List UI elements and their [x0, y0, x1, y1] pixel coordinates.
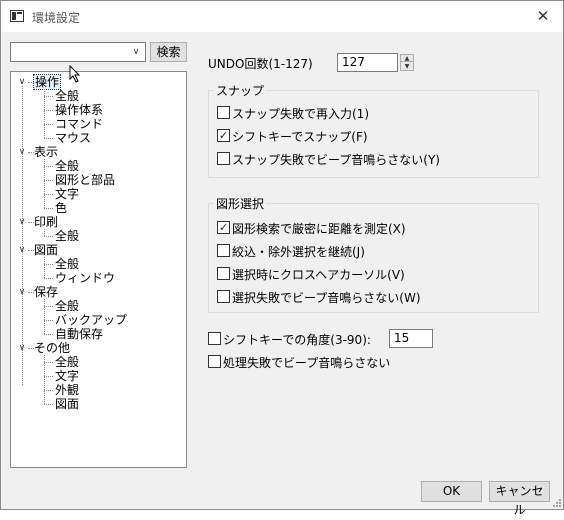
tree-group-label: 操作	[32, 74, 62, 90]
select-group-option-label: 絞込・除外選択を継続(J)	[232, 245, 365, 259]
snap-group-checkbox-2[interactable]	[217, 152, 230, 165]
tree-item[interactable]: コマンド	[55, 117, 103, 131]
select-group-checkbox-1[interactable]	[217, 244, 230, 257]
settings-dialog: 環境設定 ✕ ∨ 検索 ∨ 操作 全般 操作体系 コマンド マウス ∨ 表示 全般 図形と部品 文字…	[0, 0, 564, 517]
close-icon[interactable]: ✕	[529, 3, 557, 29]
undo-count-label: UNDO回数(1-127)	[208, 57, 313, 71]
tree-connector	[44, 236, 53, 237]
tree-expand-icon[interactable]: ∨	[17, 215, 27, 229]
select-group-title: 図形選択	[214, 195, 267, 212]
snap-group-title: スナップ	[214, 82, 267, 99]
spin-up-icon[interactable]: ▲	[401, 55, 413, 62]
tree-connector	[44, 299, 45, 334]
tree-connector	[44, 257, 45, 278]
select-group-checkbox-2[interactable]	[217, 267, 230, 280]
select-group-checkbox-0[interactable]: ✓	[217, 221, 230, 234]
spin-down-icon[interactable]: ▼	[401, 63, 413, 70]
tree-connector	[44, 138, 53, 139]
tree-item[interactable]: 図面	[55, 397, 79, 411]
tree-connector	[44, 208, 53, 209]
tree-connector	[44, 194, 53, 195]
ok-button[interactable]: OK	[421, 481, 482, 502]
title-bar: 環境設定 ✕	[1, 1, 563, 32]
tree-item[interactable]: マウス	[55, 131, 91, 145]
tree-expand-icon[interactable]: ∨	[17, 243, 27, 257]
tree-item[interactable]: 全般	[55, 299, 79, 313]
tree-connector	[44, 159, 45, 208]
tree-connector	[44, 229, 45, 236]
tree-item[interactable]: 自動保存	[55, 327, 103, 341]
chevron-down-icon[interactable]: ∨	[130, 46, 142, 58]
tree-item[interactable]: ウィンドウ	[55, 271, 115, 285]
settings-category-tree[interactable]: ∨ 操作 全般 操作体系 コマンド マウス ∨ 表示 全般 図形と部品 文字色 ∨ 印刷 全般 ∨ 図面 全般ウ…	[10, 71, 187, 468]
tree-item[interactable]: 操作体系	[55, 103, 103, 117]
tree-item[interactable]: 文字	[55, 369, 79, 383]
search-input[interactable]: ∨	[10, 42, 146, 62]
undo-count-spinner[interactable]: ▲ ▼	[400, 54, 414, 71]
tree-connector	[44, 278, 53, 279]
snap-group-option-label: スナップ失敗でビープ音鳴らさない(Y)	[232, 153, 440, 167]
tree-item[interactable]: 全般	[55, 355, 79, 369]
tree-connector	[44, 362, 53, 363]
tree-connector	[44, 110, 53, 111]
tree-item[interactable]: 色	[55, 201, 67, 215]
tree-connector	[44, 96, 53, 97]
tree-group-5[interactable]: その他	[34, 341, 70, 355]
snap-group-option-label: スナップ失敗で再入力(1)	[232, 107, 369, 121]
tree-connector	[44, 334, 53, 335]
tree-item[interactable]: 全般	[55, 229, 79, 243]
undo-count-input[interactable]: 127	[337, 53, 398, 72]
snap-group-checkbox-0[interactable]	[217, 106, 230, 119]
tree-item[interactable]: 文字	[55, 187, 79, 201]
tree-group-label: 保存	[34, 285, 59, 299]
tree-group-label: 印刷	[34, 215, 59, 229]
tree-item[interactable]: 全般	[55, 159, 79, 173]
tree-expand-icon[interactable]: ∨	[17, 341, 27, 355]
search-button[interactable]: 検索	[150, 42, 187, 62]
process-beep-checkbox[interactable]	[208, 355, 221, 368]
tree-connector	[44, 124, 53, 125]
angle-checkbox[interactable]	[208, 332, 221, 345]
select-group-checkbox-3[interactable]	[217, 290, 230, 303]
window-title: 環境設定	[32, 11, 81, 25]
tree-connector	[44, 355, 45, 404]
snap-group-option-label: シフトキーでスナップ(F)	[232, 130, 368, 144]
select-group-option-label: 図形検索で厳密に距離を測定(X)	[232, 222, 406, 236]
tree-group-2[interactable]: 印刷	[34, 215, 58, 229]
angle-input[interactable]: 15	[389, 329, 433, 348]
tree-item[interactable]: 全般	[55, 89, 79, 103]
mouse-cursor-icon	[69, 65, 81, 83]
tree-item[interactable]: バックアップ	[55, 313, 127, 327]
tree-connector	[44, 306, 53, 307]
angle-checkbox-label: シフトキーでの角度(3-90):	[223, 333, 371, 347]
tree-group-3[interactable]: 図面	[34, 243, 58, 257]
tree-expand-icon[interactable]: ∨	[17, 145, 27, 159]
tree-group-label: 図面	[34, 243, 59, 257]
tree-item[interactable]: 全般	[55, 257, 79, 271]
tree-expand-icon[interactable]: ∨	[17, 75, 27, 89]
snap-group-checkbox-1[interactable]: ✓	[217, 129, 230, 142]
select-group-option-label: 選択失敗でビープ音鳴らさない(W)	[232, 291, 421, 305]
tree-group-label: その他	[34, 341, 71, 355]
select-group-option-label: 選択時にクロスヘアカーソル(V)	[232, 268, 405, 282]
tree-connector	[44, 89, 45, 138]
tree-connector	[44, 320, 53, 321]
tree-group-label: 表示	[34, 145, 59, 159]
tree-connector	[44, 390, 53, 391]
tree-group-1[interactable]: 表示	[34, 145, 58, 159]
tree-connector	[44, 404, 53, 405]
tree-expand-icon[interactable]: ∨	[17, 285, 27, 299]
tree-group-4[interactable]: 保存	[34, 285, 58, 299]
tree-connector	[44, 166, 53, 167]
process-beep-label: 処理失敗でビープ音鳴らさない	[223, 356, 391, 370]
tree-connector	[44, 180, 53, 181]
tree-item[interactable]: 外観	[55, 383, 79, 397]
settings-app-icon	[10, 10, 24, 22]
resize-grip-icon[interactable]	[551, 497, 561, 507]
tree-connector	[44, 376, 53, 377]
cancel-button[interactable]: キャンセル	[489, 481, 550, 517]
tree-connector	[44, 264, 53, 265]
tree-group-0[interactable]: 操作	[32, 74, 62, 90]
tree-item[interactable]: 図形と部品	[55, 173, 115, 187]
